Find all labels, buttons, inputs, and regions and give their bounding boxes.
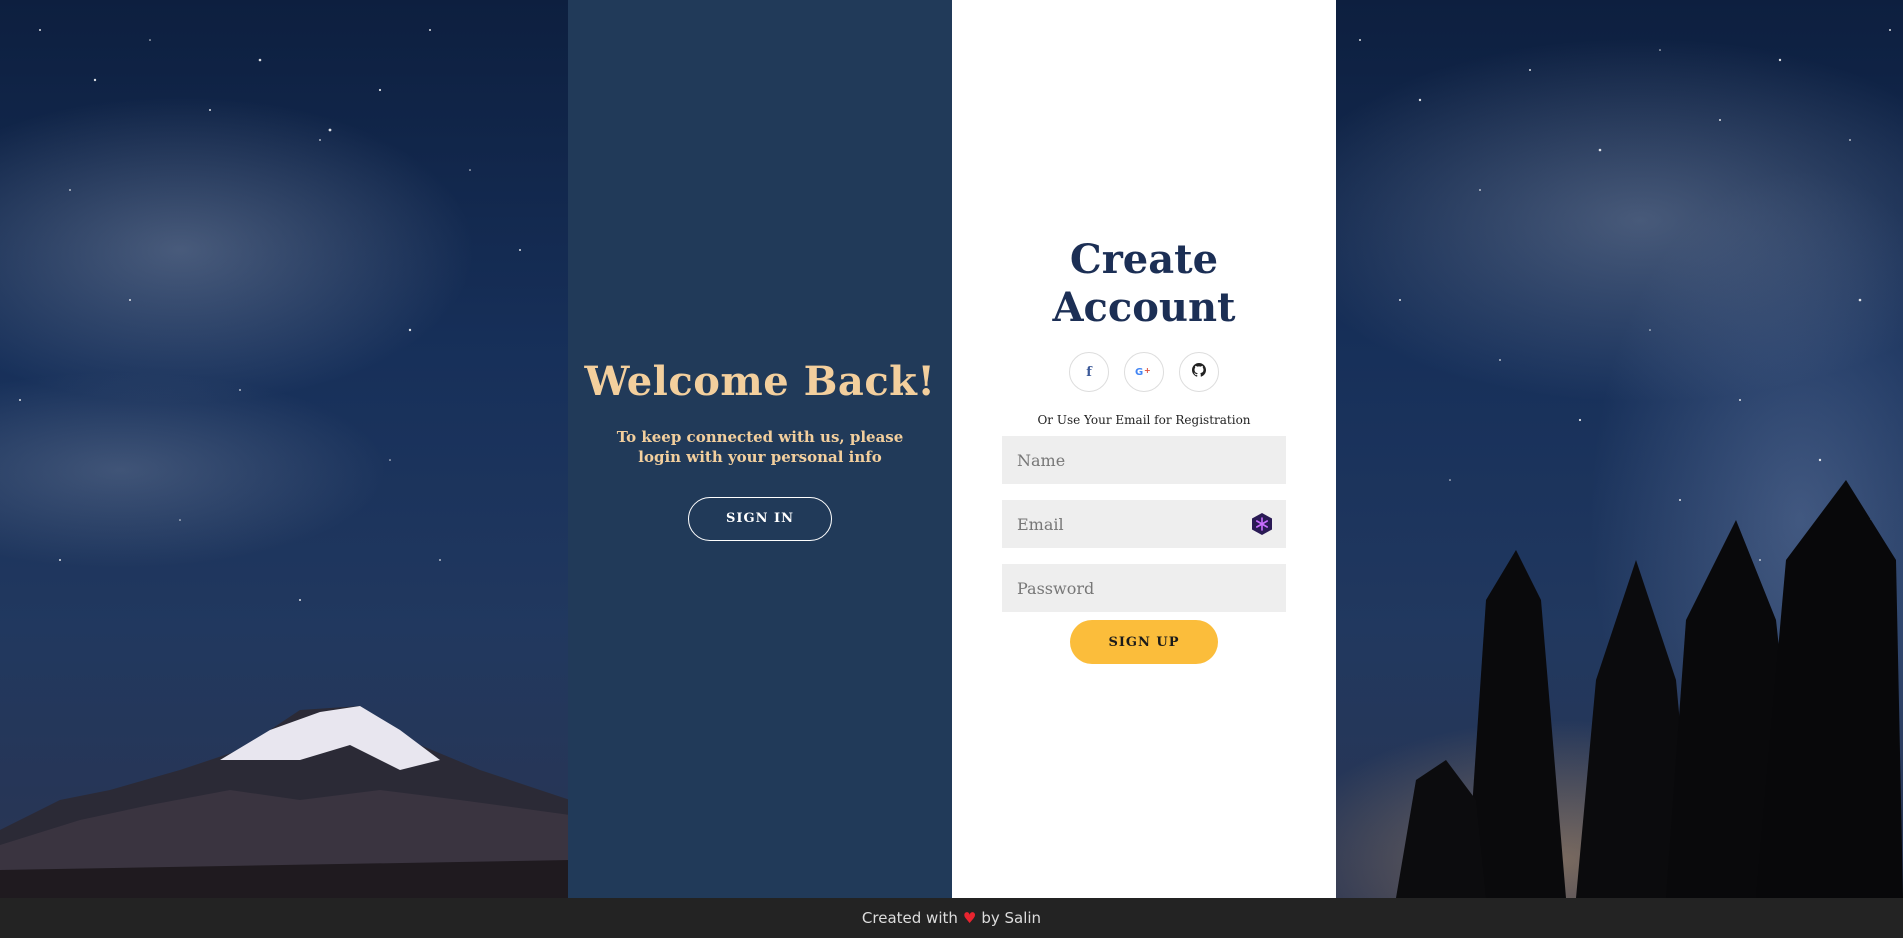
password-field	[1002, 564, 1286, 612]
password-manager-extension-icon[interactable]	[1250, 512, 1274, 536]
welcome-title: Welcome Back!	[584, 357, 936, 405]
google-plus-login-button[interactable]: G +	[1124, 352, 1164, 392]
sign-up-button[interactable]: SIGN UP	[1070, 620, 1218, 664]
name-field	[1002, 436, 1286, 484]
name-input[interactable]	[1002, 436, 1286, 484]
svg-text:+: +	[1144, 366, 1151, 375]
heart-icon: ♥	[962, 909, 977, 927]
pine-trees-silhouette	[1396, 480, 1903, 898]
github-icon	[1192, 363, 1206, 381]
signup-panel: Create Account f G + Or Use Your Email f…	[952, 0, 1336, 898]
email-input[interactable]	[1002, 500, 1286, 548]
welcome-panel: Welcome Back! To keep connected with us,…	[568, 0, 952, 898]
welcome-text: To keep connected with us, please login …	[616, 427, 904, 466]
password-input[interactable]	[1002, 564, 1286, 612]
footer-prefix: Created with	[861, 909, 958, 927]
footer-suffix: by Salin	[981, 909, 1042, 927]
title-line-2: Account	[1052, 284, 1236, 331]
facebook-login-button[interactable]: f	[1069, 352, 1109, 392]
email-field	[1002, 500, 1286, 548]
title-line-1: Create	[1069, 236, 1219, 283]
facebook-icon: f	[1086, 364, 1092, 380]
google-plus-icon: G +	[1135, 365, 1153, 380]
create-account-title: Create Account	[1052, 236, 1235, 332]
mountain-illustration	[0, 706, 570, 898]
footer: Created with ♥ by Salin	[0, 898, 1903, 938]
svg-text:G: G	[1135, 367, 1143, 377]
sign-in-button[interactable]: SIGN IN	[688, 496, 832, 541]
social-login-group: f G +	[1069, 352, 1219, 392]
registration-hint: Or Use Your Email for Registration	[1037, 413, 1251, 427]
github-login-button[interactable]	[1179, 352, 1219, 392]
